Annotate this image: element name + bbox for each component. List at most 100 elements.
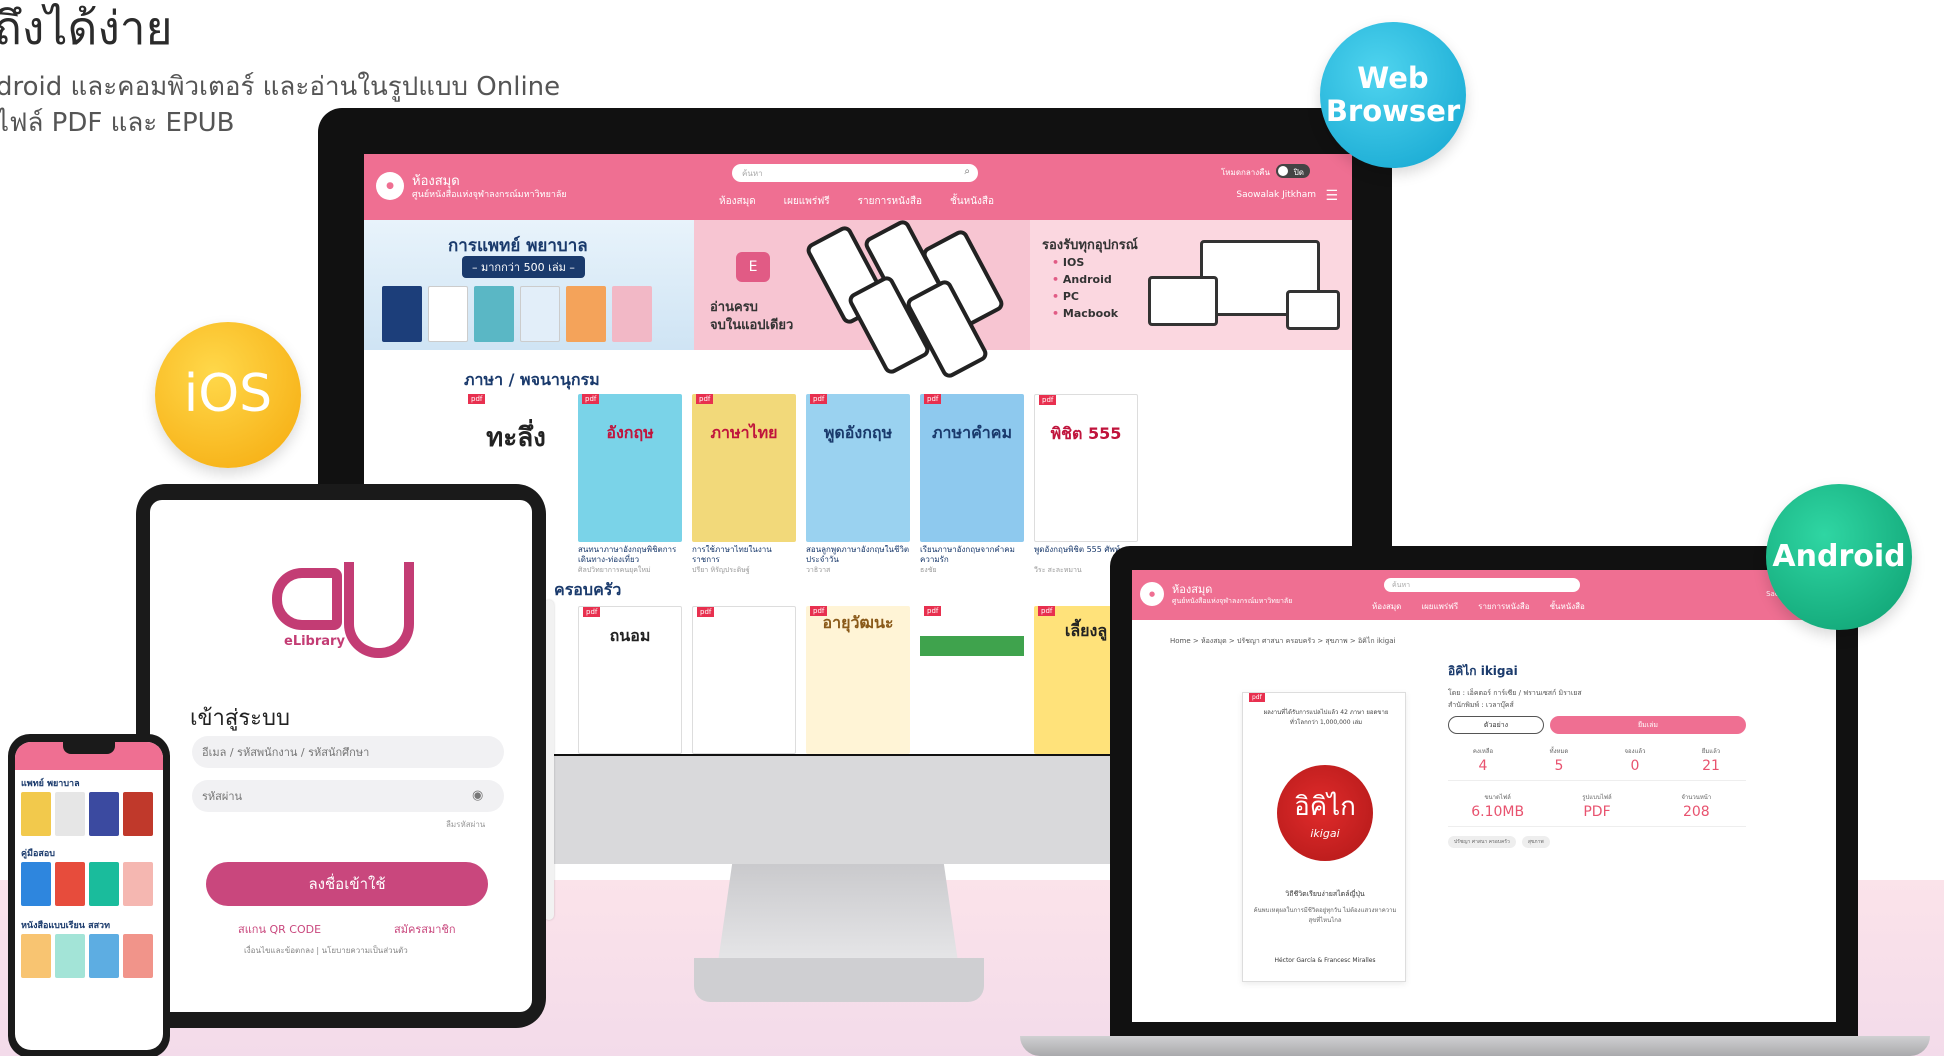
book-card[interactable]: pdf — [692, 606, 796, 754]
nav-bookshelf[interactable]: ชั้นหนังสือ — [1550, 600, 1585, 613]
pdf-badge: pdf — [924, 606, 942, 616]
library-logo-icon[interactable]: ● — [376, 172, 404, 200]
login-button[interactable]: ลงชื่อเข้าใช้ — [206, 862, 488, 906]
nav-free[interactable]: เผยแพร่ฟรี — [1421, 600, 1458, 613]
main-nav: ห้องสมุด เผยแพร่ฟรี รายการหนังสือ ชั้นหน… — [1372, 600, 1585, 613]
phone-book-row — [21, 934, 153, 978]
tablet-device: eLibrary เข้าสู่ระบบ ◉ ลืมรหัสผ่าน ลงชื่… — [136, 484, 546, 1028]
book-card[interactable]: pdf — [920, 606, 1024, 754]
nav-bookshelf[interactable]: ชั้นหนังสือ — [950, 194, 994, 209]
book-title[interactable]: การใช้ภาษาไทยในงานราชการ — [692, 545, 796, 565]
book-detail-title: อิคิไก ikigai — [1448, 664, 1518, 678]
stat-value: 5 — [1554, 758, 1564, 774]
forgot-password-link[interactable]: ลืมรหัสผ่าน — [446, 818, 485, 831]
nav-library[interactable]: ห้องสมุด — [719, 194, 756, 209]
phone-book-cover[interactable] — [123, 792, 153, 836]
terms-privacy-links[interactable]: เงื่อนไขและข้อตกลง | นโยบายความเป็นส่วนต… — [244, 944, 408, 957]
user-name[interactable]: Saowalak Jitkham — [1236, 190, 1316, 200]
breadcrumb[interactable]: Home > ห้องสมุด > ปรัชญา ศาสนา ครอบครัว … — [1170, 636, 1395, 647]
banner-app[interactable]: E อ่านครบ จบในแอปเดียว — [694, 217, 1030, 381]
phone-book-cover[interactable] — [21, 862, 51, 906]
search-icon[interactable]: ⌕ — [964, 166, 970, 177]
book-card[interactable]: pdf พูดอังกฤษ สอนลูกพูดภาษาอังกฤษในชีวิต… — [806, 394, 910, 576]
password-input[interactable] — [192, 780, 504, 812]
book-cover[interactable]: pdf พิชิต 555 — [1034, 394, 1138, 542]
book-card[interactable]: pdf ภาษาคำคม เรียนภาษาอังกฤษจากคำคมความร… — [920, 394, 1024, 576]
phone-book-cover[interactable] — [21, 934, 51, 978]
phone-notch — [63, 742, 115, 754]
library-logo-icon[interactable]: ● — [1140, 582, 1164, 606]
book-title[interactable]: สนทนาภาษาอังกฤษพิชิตการเดินทาง-ท่องเที่ย… — [578, 545, 682, 565]
monitor-stand-neck — [718, 862, 958, 962]
phone-book-cover[interactable] — [89, 862, 119, 906]
book-cover[interactable]: pdf ภาษาไทย — [692, 394, 796, 542]
laptop-device: ● ห้องสมุด ศูนย์หนังสือแห่งจุฬาลงกรณ์มหา… — [1110, 546, 1858, 1040]
book-cover[interactable]: pdf อายุวัฒนะ — [806, 606, 910, 754]
book-cover[interactable]: pdf พูดอังกฤษ — [806, 394, 910, 542]
book-card[interactable]: pdf ภาษาไทย การใช้ภาษาไทยในงานราชการ ปรี… — [692, 394, 796, 576]
search-input[interactable]: ค้นหา — [1384, 578, 1580, 592]
phone-book-cover[interactable] — [55, 934, 85, 978]
phone-section-medical: แพทย์ พยาบาล — [21, 779, 80, 789]
book-title[interactable]: สอนลูกพูดภาษาอังกฤษในชีวิตประจำวัน — [806, 545, 910, 565]
site-subtitle: ศูนย์หนังสือแห่งจุฬาลงกรณ์มหาวิทยาลัย — [412, 190, 567, 200]
sample-button[interactable]: ตัวอย่าง — [1448, 716, 1544, 734]
availability-stats: คงเหลือ 4 ทั้งหมด 5 จองแล้ว 0 ยืมแล้ว 21 — [1448, 746, 1746, 781]
laptop-site-header: ● ห้องสมุด ศูนย์หนังสือแห่งจุฬาลงกรณ์มหา… — [1132, 570, 1836, 620]
stat-file-format: รูปแบบไฟล์ PDF — [1562, 792, 1632, 820]
stat-label: รูปแบบไฟล์ — [1582, 794, 1612, 801]
book-cover[interactable]: pdf อังกฤษ — [578, 394, 682, 542]
stat-reserved: จองแล้ว 0 — [1600, 746, 1670, 774]
category-tag[interactable]: ปรัชญา ศาสนา ครอบครัว — [1448, 836, 1516, 848]
phone-book-cover[interactable] — [89, 792, 119, 836]
phone-book-cover[interactable] — [123, 934, 153, 978]
stat-borrowed: ยืมแล้ว 21 — [1676, 746, 1746, 774]
phone-book-cover[interactable] — [21, 792, 51, 836]
nav-book-list[interactable]: รายการหนังสือ — [858, 194, 922, 209]
banner-medical[interactable]: การแพทย์ พยาบาล – มากกว่า 500 เล่ม – — [364, 220, 694, 350]
cover-tagline: ผลงานที่ได้รับการแปลไปแล้ว 42 ภาษา ยอดขา… — [1263, 709, 1389, 726]
phone-device: แพทย์ พยาบาล คู่มือสอบ หนังสือแบบเรียน ส… — [8, 734, 170, 1056]
elibrary-wordmark: eLibrary — [284, 634, 345, 649]
nav-library[interactable]: ห้องสมุด — [1372, 600, 1401, 613]
elibrary-logo-icon: eLibrary — [272, 562, 418, 662]
phone-book-cover[interactable] — [89, 934, 119, 978]
register-link[interactable]: สมัครสมาชิก — [394, 920, 456, 938]
book-card[interactable]: pdf อายุวัฒนะ — [806, 606, 910, 754]
search-input[interactable]: ค้นหา ⌕ — [732, 164, 978, 182]
phone-screen: แพทย์ พยาบาล คู่มือสอบ หนังสือแบบเรียน ส… — [15, 742, 163, 1050]
stat-total: ทั้งหมด 5 — [1524, 746, 1594, 774]
book-cover[interactable]: pdf — [920, 606, 1024, 754]
book-cover-text: อังกฤษ — [606, 423, 654, 442]
book-card[interactable]: pdf อังกฤษ สนทนาภาษาอังกฤษพิชิตการเดินทา… — [578, 394, 682, 576]
stat-label: คงเหลือ — [1472, 748, 1494, 755]
ios-badge: iOS — [155, 322, 301, 468]
category-tag[interactable]: สุขภาพ — [1521, 836, 1550, 848]
category-tags: ปรัชญา ศาสนา ครอบครัว สุขภาพ — [1448, 836, 1550, 848]
banner-book-cover — [612, 286, 652, 342]
book-cover[interactable]: pdf — [692, 606, 796, 754]
banner-devices[interactable]: รองรับทุกอุปกรณ์ IOS Android PC Macbook — [1030, 220, 1352, 350]
username-input[interactable] — [192, 736, 504, 768]
phone-book-cover[interactable] — [123, 862, 153, 906]
phone-book-row — [21, 792, 153, 836]
scan-qr-link[interactable]: สแกน QR CODE — [238, 920, 321, 938]
pdf-badge: pdf — [583, 607, 601, 617]
pdf-badge: pdf — [1039, 395, 1057, 405]
banner-medical-sub: – มากกว่า 500 เล่ม – — [462, 256, 585, 278]
stat-value: 21 — [1702, 758, 1720, 774]
nav-book-list[interactable]: รายการหนังสือ — [1478, 600, 1529, 613]
show-password-eye-icon[interactable]: ◉ — [472, 788, 483, 803]
stat-label: ทั้งหมด — [1549, 748, 1569, 755]
book-cover-text: พิชิต 555 — [1050, 424, 1122, 443]
book-card[interactable]: pdf ถนอม — [578, 606, 682, 754]
phone-book-cover[interactable] — [55, 792, 85, 836]
book-cover[interactable]: pdf ถนอม — [578, 606, 682, 754]
book-title[interactable]: เรียนภาษาอังกฤษจากคำคมความรัก — [920, 545, 1024, 565]
book-cover[interactable]: pdf ภาษาคำคม — [920, 394, 1024, 542]
phone-book-cover[interactable] — [55, 862, 85, 906]
nav-free[interactable]: เผยแพร่ฟรี — [784, 194, 830, 209]
borrow-button[interactable]: ยืมเล่ม — [1550, 716, 1746, 734]
hamburger-menu-icon[interactable]: ☰ — [1325, 188, 1338, 204]
book-author-line: โดย : เอ็คตอร์ การ์เซีย / ฟรานเซสก์ มิรา… — [1448, 689, 1582, 697]
